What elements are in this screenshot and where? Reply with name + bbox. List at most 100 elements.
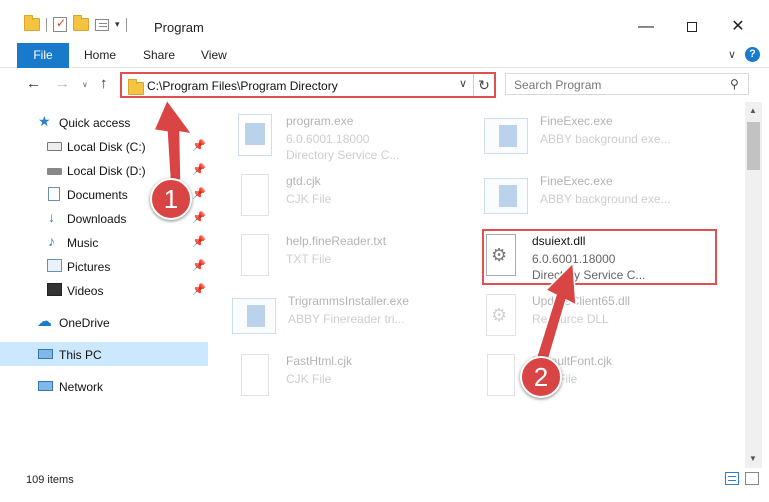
file-item[interactable]: UpdateClient65.dll Resource DLL	[484, 290, 724, 346]
pin-icon: 📌	[192, 212, 206, 224]
file-name: FineExec.exe	[540, 114, 613, 128]
up-button[interactable]: ↑	[100, 75, 108, 92]
ribbon-tabs: File Home Share View ∨ ?	[0, 42, 769, 68]
sidebar-item-label: Downloads	[67, 212, 127, 226]
search-icon[interactable]: ⚲	[730, 77, 739, 91]
properties-icon[interactable]	[53, 16, 67, 32]
status-bar: 109 items	[0, 468, 769, 502]
large-icons-view-icon[interactable]	[745, 472, 759, 485]
tab-share[interactable]: Share	[143, 48, 175, 62]
sidebar-item-videos[interactable]: Videos 📌	[0, 278, 208, 302]
sidebar-item-this-pc[interactable]: This PC	[0, 342, 208, 366]
file-name: program.exe	[286, 114, 354, 128]
pin-icon: 📌	[192, 140, 206, 152]
tab-view[interactable]: View	[201, 48, 227, 62]
file-version: 6.0.6001.18000	[286, 132, 370, 146]
rename-icon[interactable]	[95, 18, 109, 31]
folder-icon[interactable]	[24, 15, 40, 31]
new-folder-icon[interactable]	[73, 15, 89, 31]
window-icon	[484, 118, 528, 154]
details-view-icon[interactable]	[725, 472, 739, 485]
cloud-icon: ☁	[37, 313, 52, 330]
sidebar-item-local-disk-c[interactable]: Local Disk (C:) 📌	[0, 134, 208, 158]
customize-toolbar-icon[interactable]: ▾	[115, 19, 120, 30]
file-item[interactable]: FineExec.exe ABBY background exe...	[484, 110, 724, 166]
pin-icon: 📌	[192, 188, 206, 200]
file-type: CJK File	[286, 192, 332, 206]
minimize-button[interactable]: —	[623, 14, 669, 40]
close-button[interactable]: ✕	[715, 14, 761, 40]
sidebar-item-label: This PC	[59, 348, 102, 362]
tab-home[interactable]: Home	[84, 48, 116, 62]
window-title: Program	[154, 20, 204, 35]
music-icon: ♪	[48, 233, 55, 249]
documents-icon	[48, 187, 60, 201]
sidebar-item-label: Documents	[67, 188, 128, 202]
file-name: help.fineReader.txt	[286, 234, 387, 248]
sidebar-item-quick-access[interactable]: ★ Quick access	[0, 110, 208, 134]
step-2-badge: 2	[520, 356, 562, 398]
file-type: TXT File	[286, 252, 332, 266]
navigation-bar: ← → ∨ ↑ C:\Program Files\Program Directo…	[0, 68, 769, 102]
address-bar[interactable]: C:\Program Files\Program Directory ∨ ↻	[120, 72, 496, 98]
file-name: gtd.cjk	[286, 174, 321, 188]
navigation-pane: ★ Quick access Local Disk (C:) 📌 Local D…	[0, 108, 210, 468]
file-item[interactable]: FastHtml.cjk CJK File	[238, 350, 478, 406]
file-name: FineExec.exe	[540, 174, 613, 188]
address-dropdown-icon[interactable]: ∨	[459, 77, 467, 90]
star-icon: ★	[38, 113, 51, 129]
file-item[interactable]: FineExec.exe ABBY background exe...	[484, 170, 724, 226]
file-description: Directory Service C...	[286, 148, 400, 162]
maximize-icon	[687, 21, 697, 32]
sidebar-item-label: Quick access	[59, 116, 131, 130]
scroll-up-icon[interactable]: ▲	[749, 106, 757, 115]
page-icon	[241, 354, 269, 396]
highlight-box	[482, 229, 717, 285]
sidebar-item-network[interactable]: Network	[0, 374, 208, 398]
file-type: ABBY Finereader tri...	[288, 312, 405, 326]
file-item[interactable]: gtd.cjk CJK File	[238, 170, 478, 226]
window-icon	[484, 178, 528, 214]
network-icon	[38, 381, 53, 391]
pin-icon: 📌	[192, 164, 206, 176]
pin-icon: 📌	[192, 236, 206, 248]
sidebar-item-label: Videos	[67, 284, 104, 298]
vertical-scrollbar[interactable]: ▲ ▼	[745, 102, 762, 468]
file-item[interactable]: TrigrammsInstaller.exe ABBY Finereader t…	[232, 290, 472, 346]
search-input[interactable]: Search Program	[514, 78, 601, 92]
page-icon	[241, 234, 269, 276]
file-name: UpdateClient65.dll	[532, 294, 631, 308]
file-type: ABBY background exe...	[540, 192, 671, 206]
sidebar-item-label: Local Disk (C:)	[67, 140, 146, 154]
download-icon: ↓	[48, 209, 55, 225]
sidebar-item-pictures[interactable]: Pictures 📌	[0, 254, 208, 278]
expand-ribbon-icon[interactable]: ∨	[728, 48, 736, 61]
dll-icon	[486, 294, 516, 336]
sidebar-item-onedrive[interactable]: ☁ OneDrive	[0, 310, 208, 334]
search-box[interactable]: Search Program ⚲	[505, 73, 749, 95]
title-bar: ▾ Program — ✕	[0, 0, 769, 42]
sidebar-item-label: Pictures	[67, 260, 111, 274]
scroll-thumb[interactable]	[747, 122, 760, 170]
back-button[interactable]: ←	[26, 75, 41, 92]
help-icon[interactable]: ?	[745, 47, 760, 62]
file-name: FastHtml.cjk	[286, 354, 352, 368]
file-item[interactable]: help.fineReader.txt TXT File	[238, 230, 478, 286]
refresh-button[interactable]: ↻	[473, 74, 494, 96]
address-path[interactable]: C:\Program Files\Program Directory	[147, 79, 338, 93]
maximize-button[interactable]	[669, 14, 715, 40]
recent-locations-button[interactable]: ∨	[82, 80, 88, 89]
tab-file[interactable]: File	[17, 43, 69, 68]
pictures-icon	[47, 259, 62, 272]
sidebar-item-music[interactable]: ♪ Music 📌	[0, 230, 208, 254]
page-icon	[487, 354, 515, 396]
window-icon	[232, 298, 276, 334]
scroll-down-icon[interactable]: ▼	[749, 454, 757, 463]
file-type: CJK File	[286, 372, 332, 386]
toolbar-separator	[125, 17, 127, 32]
pin-icon: 📌	[192, 284, 206, 296]
file-item[interactable]: program.exe 6.0.6001.18000 Directory Ser…	[238, 110, 478, 166]
sidebar-item-label: OneDrive	[59, 316, 110, 330]
sidebar-item-label: Music	[67, 236, 99, 250]
forward-button[interactable]: →	[55, 75, 70, 92]
